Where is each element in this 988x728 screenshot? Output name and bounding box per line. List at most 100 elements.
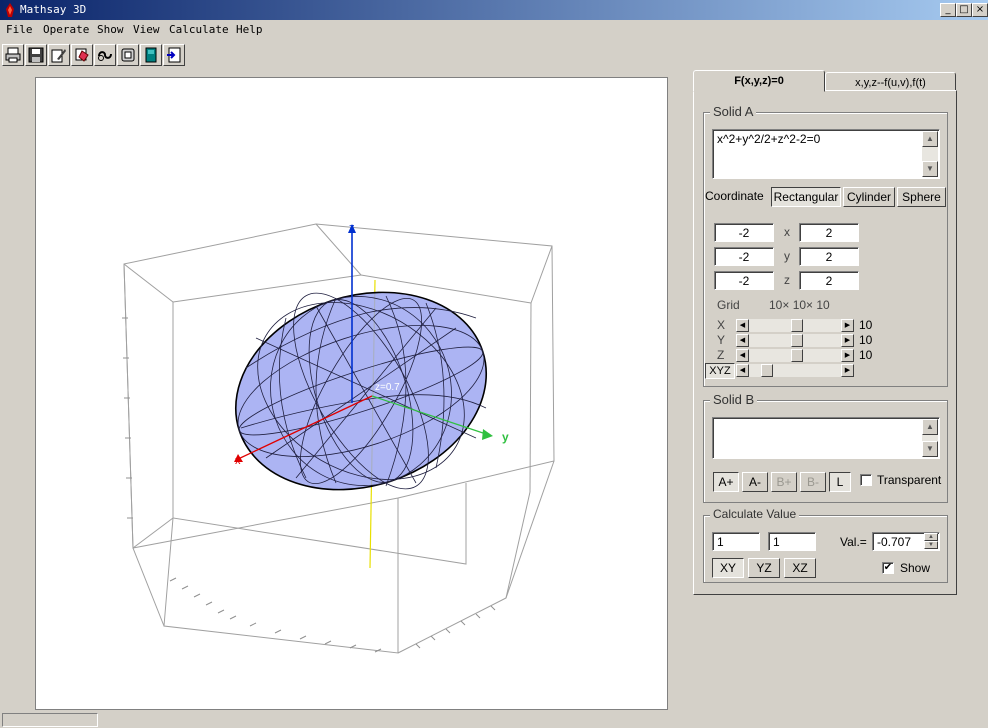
- save-button[interactable]: [25, 44, 47, 66]
- equation-scrollbar[interactable]: ▲ ▼: [922, 131, 938, 177]
- solid-a-equation-field[interactable]: x^2+y^2/2+z^2-2=0 ▲ ▼: [712, 129, 940, 179]
- minimize-button[interactable]: _: [940, 3, 956, 17]
- menu-operate[interactable]: Operate: [43, 23, 89, 36]
- slider-xyz[interactable]: ◀ ▶: [736, 364, 854, 377]
- link-icon: [98, 51, 112, 61]
- left-arrow-icon[interactable]: ◀: [736, 364, 749, 377]
- status-bar: [0, 712, 988, 728]
- solid-b-group: Solid B ▲ ▼ A+ A- B+ B- L Transparent: [703, 392, 948, 503]
- edit-button[interactable]: [48, 44, 70, 66]
- solid-b-equation-field[interactable]: ▲ ▼: [712, 417, 940, 459]
- tab-implicit[interactable]: F(x,y,z)=0: [693, 70, 825, 92]
- menu-help[interactable]: Help: [236, 23, 263, 36]
- grid-label: Grid: [717, 298, 740, 312]
- left-arrow-icon[interactable]: ◀: [736, 334, 749, 347]
- check-icon: ✔: [883, 562, 893, 573]
- val-field[interactable]: -0.707 ▲ ▼: [872, 532, 940, 551]
- slider-y[interactable]: ◀ ▶: [736, 334, 854, 347]
- slider-xyz-thumb[interactable]: [761, 364, 773, 377]
- menu-view[interactable]: View: [133, 23, 160, 36]
- l-button[interactable]: L: [829, 472, 851, 492]
- calculate-group: Calculate Value 1 1 Val.= -0.707 ▲ ▼ XY …: [703, 507, 948, 583]
- spin-down-icon[interactable]: ▼: [924, 541, 938, 549]
- left-arrow-icon[interactable]: ◀: [736, 319, 749, 332]
- y-axis-label: y: [502, 430, 509, 444]
- rectangular-button[interactable]: Rectangular: [771, 187, 841, 207]
- right-arrow-icon[interactable]: ▶: [841, 319, 854, 332]
- slider-z-value: 10: [859, 348, 873, 362]
- calculate-title: Calculate Value: [710, 507, 800, 521]
- eraser-icon: [75, 48, 89, 62]
- scroll-up-icon[interactable]: ▲: [922, 419, 938, 435]
- toolbar: [0, 42, 988, 68]
- solid-a-title: Solid A: [710, 104, 757, 119]
- x-max-field[interactable]: 2: [799, 223, 859, 242]
- y-min-field[interactable]: -2: [714, 247, 774, 266]
- right-arrow-icon[interactable]: ▶: [841, 334, 854, 347]
- scroll-up-icon[interactable]: ▲: [922, 131, 938, 147]
- sphere-button[interactable]: Sphere: [897, 187, 946, 207]
- copy-button[interactable]: [117, 44, 139, 66]
- link-button[interactable]: [94, 44, 116, 66]
- app-icon: [6, 3, 14, 17]
- left-arrow-icon[interactable]: ◀: [736, 349, 749, 362]
- show-label: Show: [900, 561, 931, 575]
- yz-button[interactable]: YZ: [748, 558, 780, 578]
- book-icon: [145, 47, 157, 63]
- scroll-down-icon[interactable]: ▼: [922, 161, 938, 177]
- window-title: Mathsay 3D: [20, 3, 87, 16]
- tab-parametric[interactable]: x,y,z--f(u,v),f(t): [825, 72, 956, 91]
- menu-calculate[interactable]: Calculate: [169, 23, 229, 36]
- graph-canvas[interactable]: z y x z=0.7: [35, 77, 668, 710]
- equation-b-scrollbar[interactable]: ▲ ▼: [922, 419, 938, 457]
- right-arrow-icon[interactable]: ▶: [841, 364, 854, 377]
- slider-xyz-button[interactable]: XYZ: [705, 363, 735, 379]
- show-checkbox[interactable]: ✔: [882, 562, 894, 574]
- close-button[interactable]: ×: [972, 3, 988, 17]
- copy-icon: [121, 48, 135, 62]
- control-panel: Solid A x^2+y^2/2+z^2-2=0 ▲ ▼ Coordinate…: [693, 90, 957, 595]
- print-button[interactable]: [2, 44, 24, 66]
- a-plus-button[interactable]: A+: [713, 472, 739, 492]
- spin-up-icon[interactable]: ▲: [924, 533, 938, 541]
- coordinate-label: Coordinate: [705, 189, 764, 203]
- status-cell: [2, 713, 98, 727]
- menu-show[interactable]: Show: [97, 23, 124, 36]
- slider-y-value: 10: [859, 333, 873, 347]
- slider-x-thumb[interactable]: [791, 319, 803, 332]
- transparent-checkbox[interactable]: [860, 474, 872, 486]
- value-label: z=0.7: [375, 382, 400, 393]
- export-icon: [167, 47, 181, 63]
- calc-input-1[interactable]: 1: [712, 532, 760, 551]
- b-minus-button[interactable]: B-: [800, 472, 826, 492]
- z-max-field[interactable]: 2: [799, 271, 859, 290]
- xy-button[interactable]: XY: [712, 558, 744, 578]
- maximize-button[interactable]: □: [956, 3, 972, 17]
- right-arrow-icon[interactable]: ▶: [841, 349, 854, 362]
- edit-icon: [51, 49, 66, 63]
- slider-z-thumb[interactable]: [791, 349, 803, 362]
- solid-a-group: Solid A x^2+y^2/2+z^2-2=0 ▲ ▼ Coordinate…: [703, 104, 948, 387]
- menu-file[interactable]: File: [6, 23, 33, 36]
- transparent-label: Transparent: [877, 473, 942, 487]
- b-plus-button[interactable]: B+: [771, 472, 797, 492]
- val-label: Val.=: [840, 535, 867, 549]
- a-minus-button[interactable]: A-: [742, 472, 768, 492]
- erase-button[interactable]: [71, 44, 93, 66]
- export-button[interactable]: [163, 44, 185, 66]
- z-min-field[interactable]: -2: [714, 271, 774, 290]
- slider-x-value: 10: [859, 318, 873, 332]
- xz-button[interactable]: XZ: [784, 558, 816, 578]
- scroll-down-icon[interactable]: ▼: [922, 441, 938, 457]
- cylinder-button[interactable]: Cylinder: [843, 187, 895, 207]
- print-icon: [5, 47, 21, 63]
- calc-input-2[interactable]: 1: [768, 532, 816, 551]
- book-button[interactable]: [140, 44, 162, 66]
- slider-x[interactable]: ◀ ▶: [736, 319, 854, 332]
- ellipsoid-graph: z y x z=0.7: [122, 222, 555, 654]
- x-min-field[interactable]: -2: [714, 223, 774, 242]
- slider-z[interactable]: ◀ ▶: [736, 349, 854, 362]
- y-max-field[interactable]: 2: [799, 247, 859, 266]
- slider-y-thumb[interactable]: [791, 334, 803, 347]
- slider-y-label: Y: [717, 333, 726, 347]
